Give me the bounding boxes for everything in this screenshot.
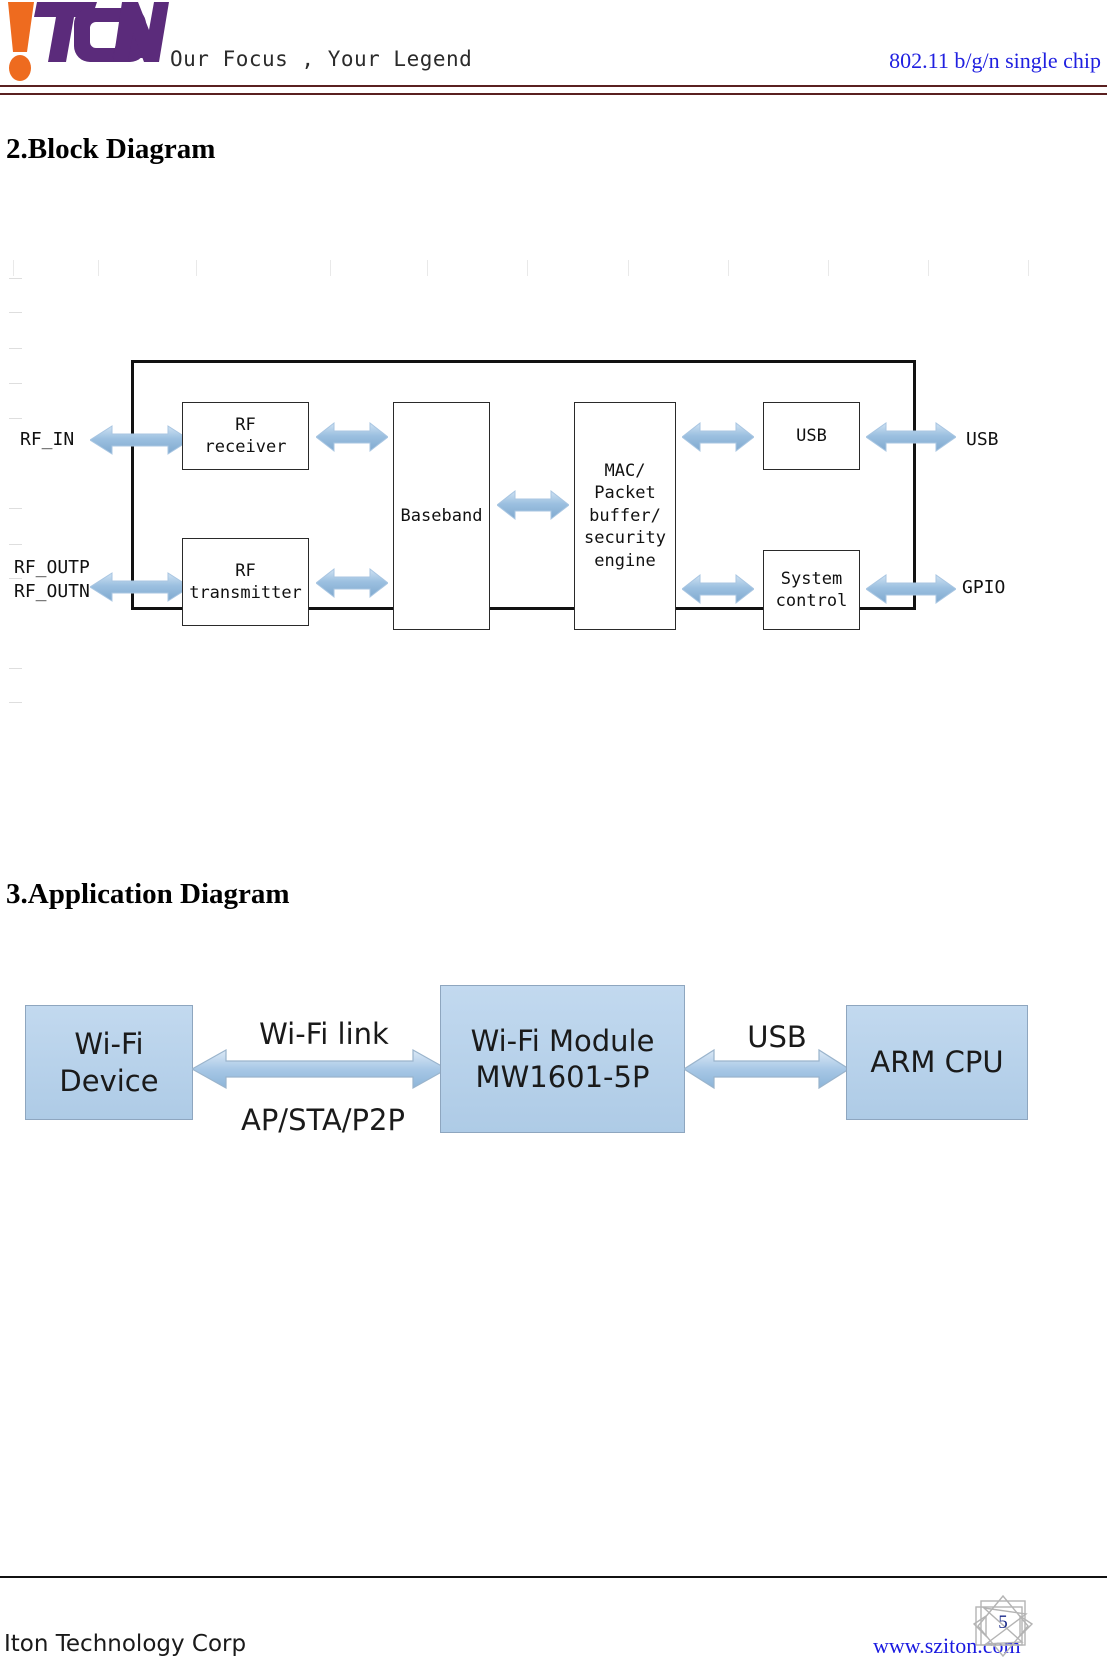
arrow-system-control-to-gpio-pin [866,572,956,606]
ruler-tick-icon [427,260,428,276]
ruler-tick-icon [13,260,14,276]
ruler-tick-icon [9,508,22,509]
ruler-tick-icon [9,383,22,384]
app-label-ap-sta-p2p: AP/STA/P2P [240,1103,405,1137]
block-mac-packet-buffer-security-engine: MAC/ Packet buffer/ security engine [574,402,676,630]
arrow-rf-out-to-transmitter [90,570,190,604]
pin-label-rf-out: RF_OUTP RF_OUTN [14,557,90,603]
ruler-tick-icon [828,260,829,276]
section-heading-block-diagram: 2.Block Diagram [6,133,216,165]
arrow-mac-to-system-control [682,572,754,606]
app-box-wifi-device-line2: Device [59,1063,159,1098]
pin-label-gpio: GPIO [962,577,1006,598]
ruler-tick-icon [98,260,99,276]
arrow-usb-to-pin [866,420,956,454]
app-box-arm-cpu-line1: ARM CPU [870,1045,1004,1080]
pin-label-usb: USB [966,429,999,450]
block-rf-transmitter: RF transmitter [182,538,309,626]
ruler-tick-icon [9,418,22,419]
arrow-mac-to-usb [682,420,754,454]
company-tagline: Our Focus , Your Legend [170,47,473,71]
arrow-receiver-to-baseband [316,420,388,454]
ruler-tick-icon [196,260,197,276]
app-box-wifi-module-line1: Wi-Fi Module [470,1023,655,1058]
block-diagram: RF_IN RF_OUTP RF_OUTN USB GPIO RF receiv… [0,250,1107,720]
arrow-rf-in-to-receiver [90,423,190,457]
block-rf-receiver: RF receiver [182,402,309,470]
header-product-title: 802.11 b/g/n single chip [889,48,1101,73]
arrow-wifi-link [192,1046,447,1092]
ruler-tick-icon [1028,260,1029,276]
ruler-tick-icon [728,260,729,276]
app-box-arm-cpu: ARM CPU [846,1005,1028,1120]
ruler-tick-icon [628,260,629,276]
ruler-tick-icon [928,260,929,276]
footer-divider [0,1576,1107,1578]
ruler-tick-icon [9,544,22,545]
ruler-tick-icon [9,668,22,669]
arrow-transmitter-to-baseband [316,566,388,600]
ruler-tick-icon [9,348,22,349]
block-baseband: Baseband [393,402,490,630]
page-number: 5 [998,1612,1008,1633]
pin-label-rf-in: RF_IN [20,429,75,450]
application-diagram: Wi-Fi Device Wi-Fi link AP/STA/P2P Wi-Fi… [0,960,1107,1200]
ruler-tick-icon [330,260,331,276]
ruler-tick-icon [527,260,528,276]
app-box-wifi-module-line2: MW1601-5P [475,1060,650,1094]
section-heading-application-diagram: 3.Application Diagram [6,878,290,910]
page-header: Our Focus , Your Legend 802.11 b/g/n sin… [0,0,1107,96]
arrow-baseband-to-mac [497,488,569,522]
block-usb: USB [763,402,860,470]
ruler-tick-icon [9,278,22,279]
app-box-wifi-device-line1: Wi-Fi [74,1027,144,1062]
app-box-wifi-module: Wi-Fi Module MW1601-5P [440,985,685,1133]
header-divider [0,85,1107,95]
iton-logo [4,0,169,90]
footer-company-name: Iton Technology Corp [4,1631,247,1657]
ruler-tick-icon [9,312,22,313]
app-box-wifi-device: Wi-Fi Device [25,1005,193,1120]
ruler-tick-icon [9,702,22,703]
block-system-control: System control [763,550,860,630]
arrow-usb-link [684,1046,849,1092]
